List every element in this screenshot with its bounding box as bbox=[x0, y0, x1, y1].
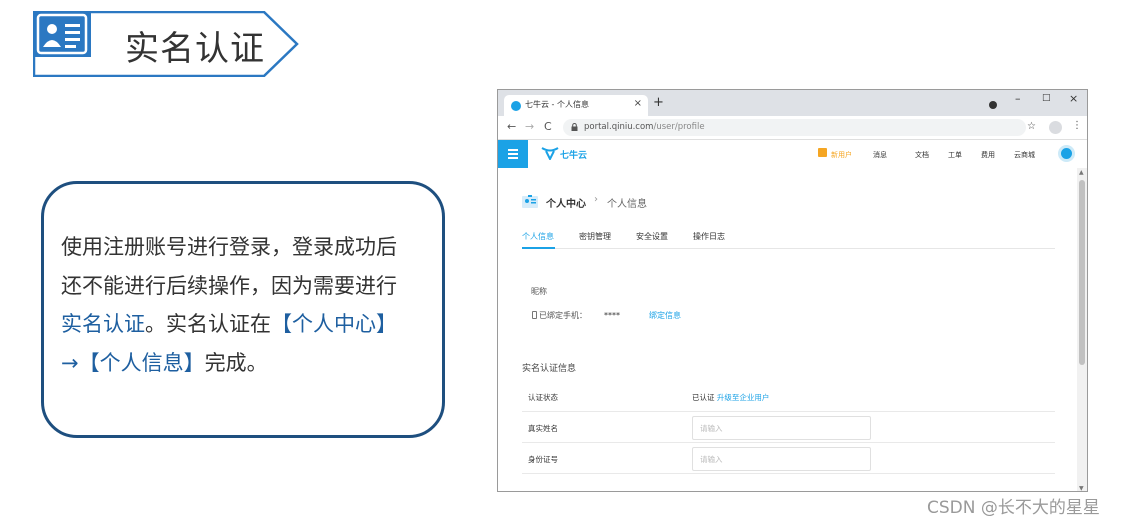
lock-icon bbox=[571, 123, 578, 131]
description-line: 还不能进行后续操作，因为需要进行 bbox=[61, 273, 397, 298]
scroll-down-icon[interactable]: ▼ bbox=[1079, 485, 1084, 491]
verified-text: 已认证 bbox=[692, 393, 715, 402]
status-label: 认证状态 bbox=[528, 393, 558, 402]
section-title: 实名认证 bbox=[125, 29, 265, 69]
real-name-input[interactable] bbox=[692, 416, 871, 440]
browser-tabbar: 七牛云 - 个人信息 × + – □ × bbox=[498, 90, 1087, 116]
nav-messages[interactable]: 消息 bbox=[873, 150, 887, 160]
description-line: 实名认证。实名认证在【个人中心】 bbox=[61, 305, 425, 344]
id-card-icon bbox=[33, 11, 91, 57]
info-row-name: 真实姓名 bbox=[522, 412, 1055, 443]
nav-new-user[interactable]: 新用户 bbox=[831, 150, 852, 160]
url-host: portal.qiniu.com bbox=[584, 122, 654, 132]
close-window-button[interactable]: × bbox=[1069, 92, 1078, 105]
phone-value: **** bbox=[604, 311, 620, 320]
breadcrumb-current: 个人信息 bbox=[607, 199, 647, 210]
description-text-part: 完成。 bbox=[204, 350, 268, 375]
upgrade-enterprise-link[interactable]: 升级至企业用户 bbox=[717, 393, 770, 402]
bind-info-link[interactable]: 绑定信息 bbox=[649, 310, 681, 321]
record-icon[interactable] bbox=[989, 101, 997, 109]
nickname-label: 昵称 bbox=[531, 287, 547, 296]
status-value: 已认证 升级至企业用户 bbox=[692, 392, 769, 403]
url-text: portal.qiniu.com/user/profile bbox=[584, 122, 705, 132]
maximize-button[interactable]: □ bbox=[1042, 93, 1051, 103]
browser-menu-icon[interactable]: ⋮ bbox=[1072, 120, 1082, 131]
breadcrumb-separator-icon: › bbox=[594, 194, 598, 205]
profile-page: 个人中心 › 个人信息 个人信息 密钥管理 安全设置 操作日志 昵称 已绑定手机… bbox=[498, 168, 1078, 491]
section-header: 实名认证 bbox=[33, 11, 300, 77]
profile-tabs: 个人信息 密钥管理 安全设置 操作日志 bbox=[522, 231, 1055, 249]
nav-tickets[interactable]: 工单 bbox=[948, 150, 962, 160]
tab-close-icon[interactable]: × bbox=[634, 98, 642, 109]
info-row-status: 认证状态 已认证 升级至企业用户 bbox=[522, 381, 1055, 412]
page-scrollbar[interactable]: ▲ ▼ bbox=[1077, 168, 1087, 491]
description-text: 使用注册账号进行登录，登录成功后 还不能进行后续操作，因为需要进行 实名认证。实… bbox=[61, 228, 425, 382]
highlight-text: 实名认证 bbox=[61, 312, 145, 336]
browser-profile-icon[interactable] bbox=[1049, 121, 1062, 134]
slide: 实名认证 使用注册账号进行登录，登录成功后 还不能进行后续操作，因为需要进行 实… bbox=[0, 0, 1143, 525]
description-box: 使用注册账号进行登录，登录成功后 还不能进行后续操作，因为需要进行 实名认证。实… bbox=[41, 181, 445, 438]
tab-security-settings[interactable]: 安全设置 bbox=[636, 231, 668, 242]
active-tab-indicator bbox=[522, 247, 555, 249]
url-path: /user/profile bbox=[653, 122, 705, 132]
hamburger-menu-icon[interactable] bbox=[498, 140, 528, 168]
user-avatar[interactable] bbox=[1058, 145, 1075, 162]
minimize-button[interactable]: – bbox=[1015, 92, 1021, 105]
nav-market[interactable]: 云商城 bbox=[1014, 150, 1035, 160]
scrollbar-thumb[interactable] bbox=[1079, 180, 1085, 365]
gift-icon bbox=[818, 148, 827, 157]
logo-text: 七牛云 bbox=[560, 151, 588, 161]
id-number-input[interactable] bbox=[692, 447, 871, 471]
phone-icon bbox=[532, 311, 537, 319]
forward-button[interactable]: → bbox=[525, 120, 534, 133]
description-line: →【个人信息】完成。 bbox=[61, 344, 425, 383]
tab-personal-info[interactable]: 个人信息 bbox=[522, 231, 554, 242]
info-row-id: 身份证号 bbox=[522, 443, 1055, 474]
tab-title: 七牛云 - 个人信息 bbox=[525, 100, 589, 109]
app-header: 七牛云 新用户 消息 文档 工单 费用 云商城 bbox=[498, 140, 1087, 168]
new-tab-button[interactable]: + bbox=[653, 95, 664, 110]
profile-card-icon bbox=[522, 195, 538, 208]
bookmark-star-icon[interactable]: ☆ bbox=[1027, 121, 1036, 132]
watermark: CSDN @长不大的星星 bbox=[927, 498, 1100, 518]
browser-tab[interactable]: 七牛云 - 个人信息 × bbox=[504, 95, 648, 116]
highlight-text: →【个人信息】 bbox=[61, 350, 205, 375]
qiniu-logo-icon bbox=[541, 147, 559, 160]
description-line: 使用注册账号进行登录，登录成功后 bbox=[61, 235, 397, 259]
browser-window: 七牛云 - 个人信息 × + – □ × ← → C portal.qiniu.… bbox=[497, 89, 1088, 492]
nav-docs[interactable]: 文档 bbox=[915, 150, 929, 160]
realname-section-title: 实名认证信息 bbox=[522, 364, 577, 374]
phone-label: 已绑定手机： bbox=[539, 311, 587, 320]
tab-operation-log[interactable]: 操作日志 bbox=[693, 231, 725, 242]
id-number-label: 身份证号 bbox=[528, 455, 558, 464]
reload-button[interactable]: C bbox=[544, 120, 552, 133]
description-text-part: 。实名认证在 bbox=[145, 312, 271, 336]
nav-billing[interactable]: 费用 bbox=[981, 150, 995, 160]
address-bar: ← → C portal.qiniu.com/user/profile ☆ ⋮ bbox=[498, 116, 1087, 140]
real-name-label: 真实姓名 bbox=[528, 424, 558, 433]
highlight-text: 【个人中心】 bbox=[271, 312, 397, 336]
breadcrumb-main[interactable]: 个人中心 bbox=[546, 195, 586, 210]
tab-key-management[interactable]: 密钥管理 bbox=[579, 231, 611, 242]
url-input[interactable]: portal.qiniu.com/user/profile bbox=[563, 119, 1026, 136]
scroll-up-icon[interactable]: ▲ bbox=[1079, 169, 1084, 176]
back-button[interactable]: ← bbox=[507, 120, 516, 133]
qiniu-favicon-icon bbox=[511, 101, 521, 111]
